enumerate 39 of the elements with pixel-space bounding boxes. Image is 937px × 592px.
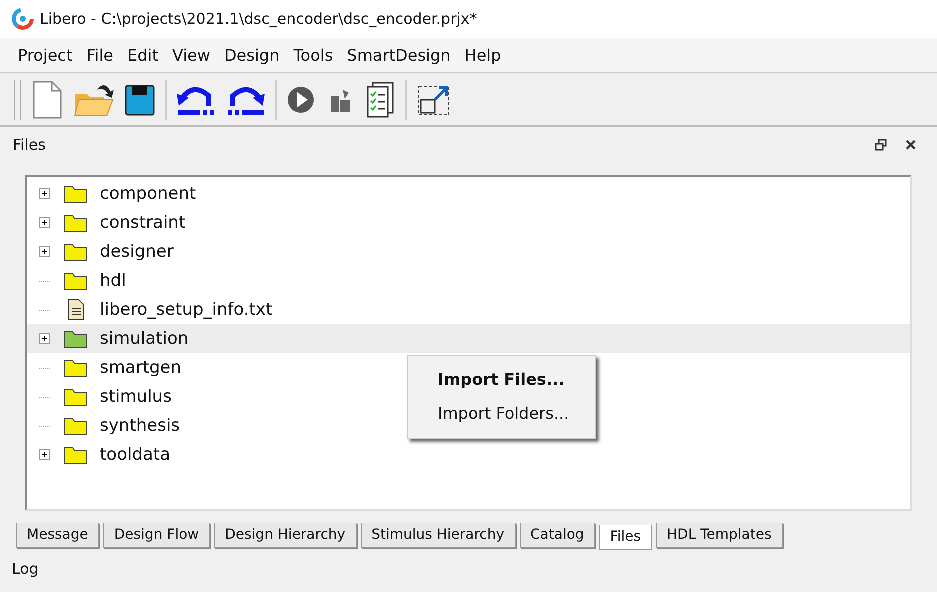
expand-icon[interactable] [39, 188, 50, 199]
app-logo-icon [12, 8, 34, 30]
menu-item[interactable]: File [86, 46, 114, 64]
menu-item[interactable]: Import Folders... [438, 396, 570, 430]
menu-item[interactable]: Tools [294, 46, 334, 64]
panel-title: Files [13, 136, 46, 154]
tab[interactable]: Catalog [520, 523, 596, 548]
tree-item[interactable]: constraint [27, 208, 194, 237]
window-title: Libero - C:\projects\2021.1\dsc_encoder\dsc_encoder.prjx* [40, 10, 478, 28]
tree-item[interactable]: designer [27, 237, 182, 266]
tab[interactable]: Design Flow [103, 523, 210, 548]
tree-item[interactable]: stimulus [27, 382, 180, 411]
tab[interactable]: Message [16, 523, 100, 548]
menu-item[interactable]: Design [224, 46, 280, 64]
tree-item[interactable]: hdl [27, 266, 134, 295]
tree-item[interactable]: synthesis [27, 411, 188, 440]
toolbar-grip[interactable] [14, 80, 21, 120]
expand-icon[interactable] [39, 449, 50, 460]
tab[interactable]: Stimulus Hierarchy [360, 523, 516, 548]
menu-item[interactable]: Edit [128, 46, 159, 64]
expand-icon[interactable] [39, 217, 50, 228]
menu-item[interactable]: Help [464, 46, 502, 64]
close-icon[interactable] [905, 139, 917, 151]
tree-item[interactable]: component [27, 179, 204, 208]
panel-title: Log [12, 560, 39, 578]
tree-item[interactable]: simulation [27, 324, 910, 353]
expand-icon[interactable] [39, 333, 50, 344]
menu-item[interactable]: View [172, 46, 210, 64]
restore-icon[interactable] [875, 139, 887, 151]
tree-item[interactable]: libero_setup_info.txt [27, 295, 281, 324]
menu-item[interactable]: Project [18, 46, 73, 64]
tree-item[interactable]: smartgen [27, 353, 190, 382]
menu-item[interactable]: Import Files... [438, 362, 570, 396]
tab[interactable]: Files [599, 525, 652, 550]
tab[interactable]: HDL Templates [656, 523, 783, 548]
tree-item[interactable]: tooldata [27, 440, 178, 469]
expand-icon[interactable] [39, 246, 50, 257]
menu-item[interactable]: SmartDesign [347, 46, 451, 64]
tab[interactable]: Design Hierarchy [214, 523, 357, 548]
